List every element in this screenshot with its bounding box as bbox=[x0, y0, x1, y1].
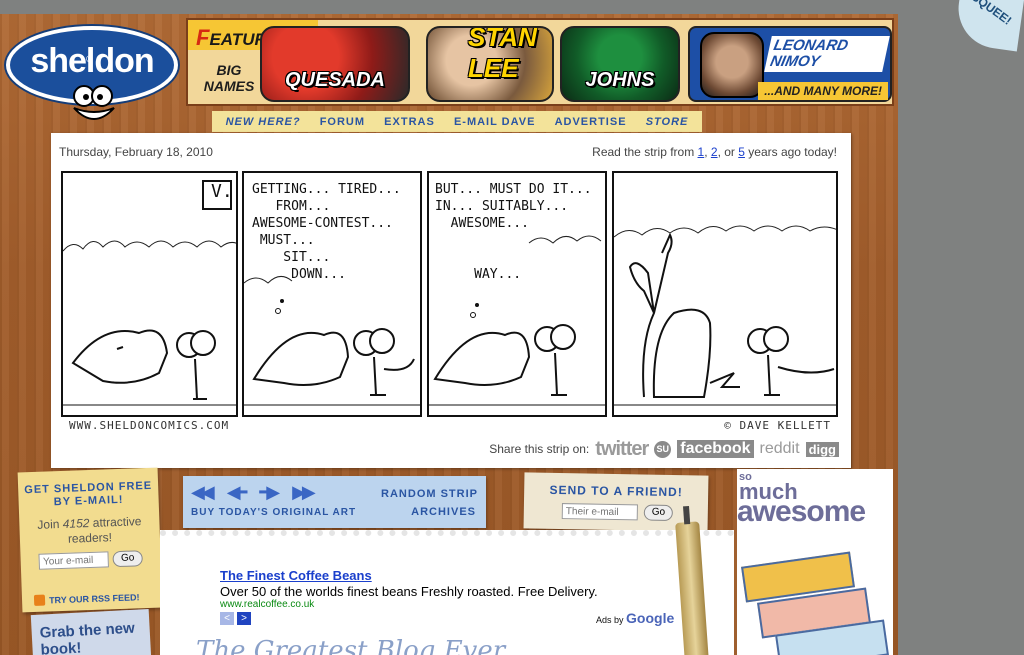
signup-go-button[interactable]: Go bbox=[112, 550, 143, 568]
ad-prev-icon[interactable]: < bbox=[220, 612, 234, 625]
blog-title: The Greatest Blog Ever bbox=[196, 636, 506, 655]
facebook-share-button[interactable]: facebook bbox=[677, 440, 754, 458]
nimoy-portrait bbox=[700, 32, 764, 98]
buy-original-art-link[interactable]: BUY TODAY'S ORIGINAL ART bbox=[191, 507, 356, 518]
nav-forum[interactable]: FORUM bbox=[320, 116, 365, 128]
year-link-5[interactable]: 5 bbox=[738, 145, 745, 159]
send-go-button[interactable]: Go bbox=[643, 504, 674, 521]
panel2-dialogue: GETTING... TIRED... FROM... AWESOME-CONT… bbox=[252, 182, 401, 282]
ad-title-link[interactable]: The Finest Coffee Beans bbox=[220, 568, 372, 583]
reddit-share-button[interactable]: reddit bbox=[760, 440, 800, 458]
so-much-awesome-promo[interactable]: so much awesome bbox=[737, 469, 893, 655]
nav-advertise[interactable]: ADVERTISE bbox=[555, 116, 627, 128]
nav-new-here[interactable]: NEW HERE? bbox=[226, 116, 301, 128]
next-strip-icon[interactable]: ━▶ bbox=[259, 482, 280, 503]
comic-panel-1: V. bbox=[61, 171, 238, 417]
comic-arrows: ◀◀ ◀━ ━▶ ▶▶ bbox=[191, 482, 316, 503]
johns-tile[interactable]: JOHNS bbox=[560, 26, 680, 102]
nav-store[interactable]: STORE bbox=[646, 116, 689, 128]
comic-panel-4 bbox=[612, 171, 838, 417]
rss-feed-link[interactable]: TRY OUR RSS FEED! bbox=[33, 591, 140, 606]
stan-lee-tile[interactable]: STAN LEE bbox=[426, 26, 554, 102]
rss-icon bbox=[33, 594, 46, 606]
comic-panel-2: GETTING... TIRED... FROM... AWESOME-CONT… bbox=[242, 171, 422, 417]
book-covers bbox=[739, 551, 889, 655]
comic-strip: V. GETTING... TIRED... FROM... AWESOME-C… bbox=[61, 171, 839, 417]
random-strip-link[interactable]: RANDOM STRIP bbox=[381, 488, 478, 500]
logo-reg-mark: ® bbox=[86, 54, 93, 64]
awesome-word: awesome bbox=[737, 495, 866, 528]
big-names-label: BIG NAMES bbox=[203, 62, 255, 94]
stumbleupon-share-button[interactable]: SU bbox=[654, 440, 672, 458]
ads-by-google[interactable]: Ads by Google bbox=[596, 610, 674, 626]
twitter-share-button[interactable]: twitter bbox=[595, 438, 649, 461]
quesada-tile[interactable]: QUESADA bbox=[260, 26, 410, 102]
comic-panel-3: BUT... MUST DO IT... IN... SUITABLY... A… bbox=[427, 171, 607, 417]
main-nav: NEW HERE? FORUM EXTRAS E-MAIL DAVE ADVER… bbox=[212, 111, 702, 132]
signup-text: Join 4152 attractive readers! bbox=[37, 514, 142, 546]
archives-link[interactable]: ARCHIVES bbox=[411, 506, 476, 518]
panel3-dialogue: BUT... MUST DO IT... IN... SUITABLY... A… bbox=[435, 182, 592, 282]
featuring-banner[interactable]: FEATURING... BIG NAMES QUESADA STAN LEE … bbox=[186, 18, 894, 106]
copyright-caption: © DAVE KELLETT bbox=[724, 419, 831, 432]
mascot-icon bbox=[73, 85, 115, 120]
ad-next-icon[interactable]: > bbox=[237, 612, 251, 625]
first-strip-icon[interactable]: ◀◀ bbox=[191, 482, 215, 503]
new-book-promo[interactable]: Grab the new book! bbox=[30, 608, 152, 655]
squee-label: SQUEE! bbox=[968, 0, 1015, 28]
send-heading: SEND TO A FRIEND! bbox=[549, 482, 683, 500]
share-label: Share this strip on: bbox=[489, 442, 590, 456]
archive-nav-card: ◀◀ ◀━ ━▶ ▶▶ BUY TODAY'S ORIGINAL ART RAN… bbox=[183, 476, 486, 528]
nav-extras[interactable]: EXTRAS bbox=[384, 116, 435, 128]
new-book-label: Grab the new book! bbox=[39, 619, 136, 655]
read-from-links: Read the strip from 1, 2, or 5 years ago… bbox=[592, 145, 837, 159]
previous-strip-icon[interactable]: ◀━ bbox=[227, 482, 248, 503]
ad-url-link[interactable]: www.realcoffee.co.uk bbox=[220, 599, 314, 610]
site-url-caption: WWW.SHELDONCOMICS.COM bbox=[69, 419, 230, 432]
comic-container: Thursday, February 18, 2010 Read the str… bbox=[51, 133, 851, 468]
comic-date: Thursday, February 18, 2010 bbox=[59, 145, 213, 159]
signup-email-input[interactable] bbox=[38, 551, 110, 570]
digg-share-button[interactable]: digg bbox=[805, 441, 839, 457]
latest-strip-icon[interactable]: ▶▶ bbox=[292, 482, 316, 503]
year-link-2[interactable]: 2 bbox=[711, 145, 718, 159]
share-bar: Share this strip on: twitter SU facebook… bbox=[489, 438, 839, 460]
ad-text: Over 50 of the worlds finest beans Fresh… bbox=[220, 584, 598, 599]
blog-paper: The Finest Coffee Beans Over 50 of the w… bbox=[160, 530, 734, 655]
email-signup-note: GET SHELDON FREE BY E-MAIL! Join 4152 at… bbox=[17, 467, 163, 613]
signup-heading: GET SHELDON FREE BY E-MAIL! bbox=[24, 479, 153, 509]
squee-corner-tab[interactable]: SQUEE! bbox=[953, 0, 1024, 52]
and-many-more-label: ...AND MANY MORE! bbox=[758, 82, 888, 100]
panel1-signature: V. bbox=[211, 181, 233, 202]
nav-email-dave[interactable]: E-MAIL DAVE bbox=[454, 116, 536, 128]
friend-email-input[interactable] bbox=[561, 503, 638, 521]
ad-nav: < > bbox=[220, 612, 251, 625]
